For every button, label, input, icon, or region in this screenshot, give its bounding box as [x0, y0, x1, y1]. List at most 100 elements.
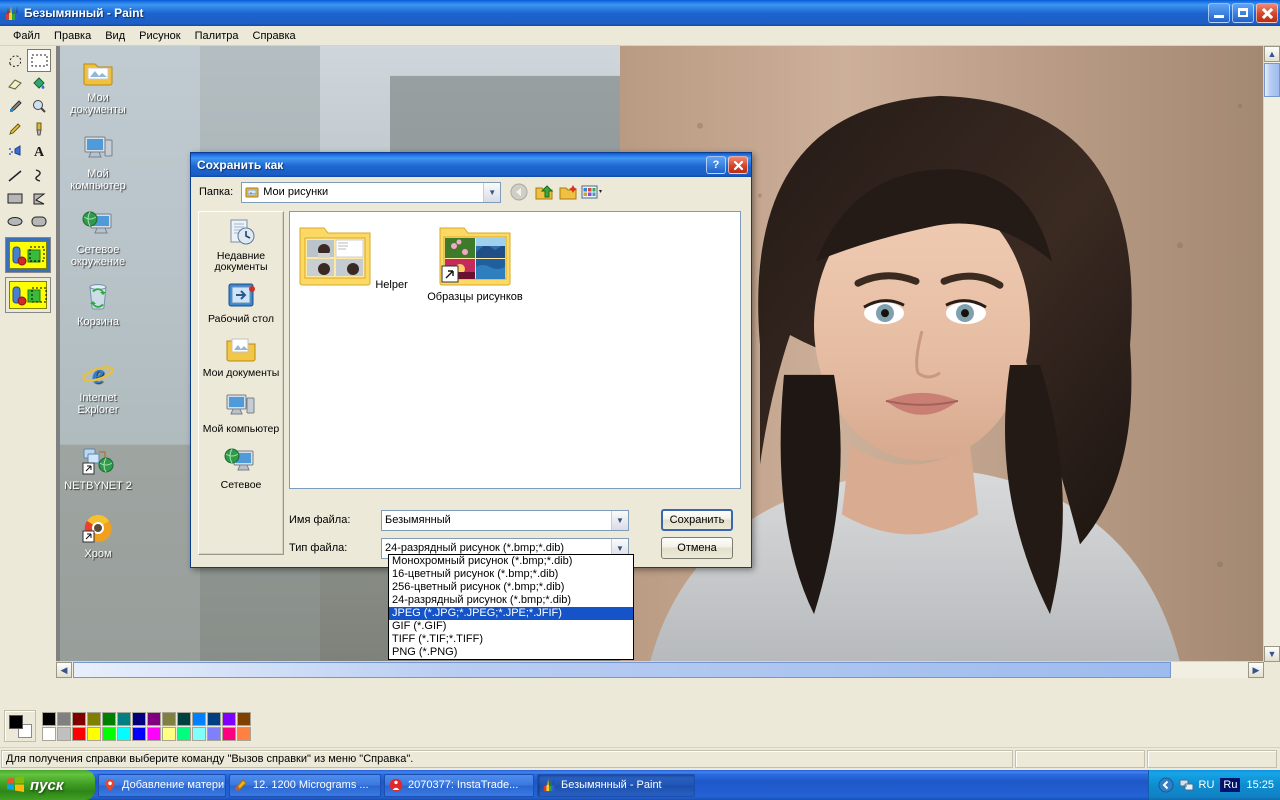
palette-swatch[interactable] — [132, 726, 146, 741]
scroll-up-button[interactable]: ▲ — [1264, 46, 1280, 62]
curve-tool[interactable] — [27, 164, 51, 187]
desktop-icon-internet-explorer[interactable]: e Internet Explorer — [60, 356, 136, 416]
palette-swatch[interactable] — [237, 711, 251, 726]
filetype-dropdown-list[interactable]: Монохромный рисунок (*.bmp;*.dib) 16-цвет… — [388, 554, 634, 660]
place-desktop[interactable]: Рабочий стол — [199, 273, 283, 325]
cancel-button[interactable]: Отмена — [661, 537, 733, 559]
palette-swatch[interactable] — [102, 726, 116, 741]
chevron-down-icon[interactable]: ▼ — [483, 182, 501, 202]
close-button[interactable] — [1256, 3, 1278, 23]
palette-swatch[interactable] — [147, 711, 161, 726]
new-folder-button[interactable] — [557, 181, 579, 203]
taskbar-button-3[interactable]: 2070377: InstaTrade... — [384, 773, 534, 797]
transparent-selection-option[interactable] — [5, 277, 51, 313]
palette-swatch[interactable] — [87, 726, 101, 741]
palette-swatch[interactable] — [132, 711, 146, 726]
horizontal-scroll-thumb[interactable] — [73, 662, 1171, 678]
show-hidden-icons-button[interactable] — [1157, 776, 1175, 794]
file-item-sample-pictures[interactable]: Образцы рисунков — [420, 222, 530, 303]
canvas-horizontal-scrollbar[interactable]: ◀ ▶ — [56, 661, 1264, 678]
desktop-icon-my-documents[interactable]: Мои документы — [60, 56, 136, 116]
palette-swatch[interactable] — [207, 726, 221, 741]
menu-file[interactable]: Файл — [6, 28, 47, 44]
filetype-option[interactable]: TIFF (*.TIF;*.TIFF) — [389, 633, 633, 646]
menu-view[interactable]: Вид — [98, 28, 132, 44]
up-one-level-button[interactable] — [533, 181, 555, 203]
palette-swatch[interactable] — [102, 711, 116, 726]
palette-swatch[interactable] — [87, 711, 101, 726]
palette-swatch[interactable] — [237, 726, 251, 741]
clock[interactable]: 15:25 — [1246, 779, 1274, 791]
filename-input[interactable]: Безымянный — [382, 514, 611, 526]
polygon-tool[interactable] — [27, 187, 51, 210]
menu-image[interactable]: Рисунок — [132, 28, 188, 44]
place-network[interactable]: Сетевое — [199, 435, 283, 491]
taskbar-button-2[interactable]: 12. 1200 Micrograms ... — [229, 773, 381, 797]
palette-swatch[interactable] — [57, 726, 71, 741]
palette-swatch[interactable] — [222, 726, 236, 741]
opaque-selection-option[interactable] — [5, 237, 51, 273]
scroll-right-button[interactable]: ▶ — [1248, 662, 1264, 678]
network-tray-icon[interactable] — [1178, 776, 1196, 794]
canvas-vertical-scrollbar[interactable]: ▲ ▼ — [1263, 46, 1280, 662]
palette-swatch[interactable] — [72, 711, 86, 726]
desktop-icon-chrome[interactable]: Хром — [60, 512, 136, 560]
desktop-icon-my-computer[interactable]: Мой компьютер — [60, 132, 136, 192]
palette-swatch[interactable] — [177, 711, 191, 726]
menu-help[interactable]: Справка — [246, 28, 303, 44]
place-my-documents[interactable]: Мои документы — [199, 325, 283, 379]
filename-combobox[interactable]: Безымянный ▼ — [381, 509, 629, 531]
place-recent-documents[interactable]: Недавние документы — [199, 212, 283, 273]
minimize-button[interactable] — [1208, 3, 1230, 23]
file-list[interactable]: Helper Образцы рисунков — [289, 211, 741, 489]
taskbar-button-1[interactable]: Добавление матери... — [98, 773, 226, 797]
taskbar-button-4[interactable]: Безымянный - Paint — [537, 773, 695, 797]
fill-tool[interactable] — [27, 72, 51, 95]
line-tool[interactable] — [3, 164, 27, 187]
input-indicator[interactable]: Ru — [1220, 778, 1241, 792]
brush-tool[interactable] — [27, 118, 51, 141]
filetype-option[interactable]: 24-разрядный рисунок (*.bmp;*.dib) — [389, 594, 633, 607]
chevron-down-icon[interactable]: ▼ — [611, 510, 628, 530]
help-button[interactable]: ? — [706, 156, 726, 174]
start-button[interactable]: пуск — [0, 770, 95, 800]
palette-swatch[interactable] — [72, 726, 86, 741]
color-picker-tool[interactable] — [3, 95, 27, 118]
filetype-option[interactable]: JPEG (*.JPG;*.JPEG;*.JPE;*.JFIF) — [389, 607, 633, 620]
text-tool[interactable]: A — [27, 141, 51, 164]
maximize-button[interactable] — [1232, 3, 1254, 23]
scroll-down-button[interactable]: ▼ — [1264, 646, 1280, 662]
eraser-tool[interactable] — [3, 72, 27, 95]
free-form-select-tool[interactable] — [3, 49, 27, 72]
rounded-rectangle-tool[interactable] — [27, 210, 51, 233]
place-my-computer[interactable]: Мой компьютер — [199, 379, 283, 435]
ellipse-tool[interactable] — [3, 210, 27, 233]
rectangle-select-tool[interactable] — [27, 49, 51, 72]
rectangle-tool[interactable] — [3, 187, 27, 210]
magnifier-tool[interactable] — [27, 95, 51, 118]
palette-swatch[interactable] — [147, 726, 161, 741]
palette-swatch[interactable] — [57, 711, 71, 726]
look-in-combobox[interactable]: Мои рисунки ▼ — [241, 181, 502, 203]
desktop-icon-netbynet[interactable]: NETBYNET 2 — [60, 444, 136, 492]
palette-swatch[interactable] — [162, 726, 176, 741]
desktop-icon-network-places[interactable]: Сетевое окружение — [60, 208, 136, 268]
filetype-option[interactable]: GIF (*.GIF) — [389, 620, 633, 633]
vertical-scroll-thumb[interactable] — [1264, 63, 1280, 97]
save-as-titlebar[interactable]: Сохранить как ? — [191, 153, 751, 177]
palette-swatch[interactable] — [117, 726, 131, 741]
palette-swatch[interactable] — [192, 726, 206, 741]
pencil-tool[interactable] — [3, 118, 27, 141]
palette-swatches[interactable] — [42, 711, 251, 741]
palette-swatch[interactable] — [177, 726, 191, 741]
palette-swatch[interactable] — [42, 726, 56, 741]
current-colors-indicator[interactable] — [4, 710, 36, 742]
save-button[interactable]: Сохранить — [661, 509, 733, 531]
filetype-option[interactable]: 256-цветный рисунок (*.bmp;*.dib) — [389, 581, 633, 594]
palette-swatch[interactable] — [207, 711, 221, 726]
palette-swatch[interactable] — [117, 711, 131, 726]
palette-swatch[interactable] — [42, 711, 56, 726]
desktop-icon-recycle-bin[interactable]: Корзина — [60, 280, 136, 328]
file-item-helper[interactable]: Helper — [298, 222, 408, 291]
scroll-left-button[interactable]: ◀ — [56, 662, 72, 678]
